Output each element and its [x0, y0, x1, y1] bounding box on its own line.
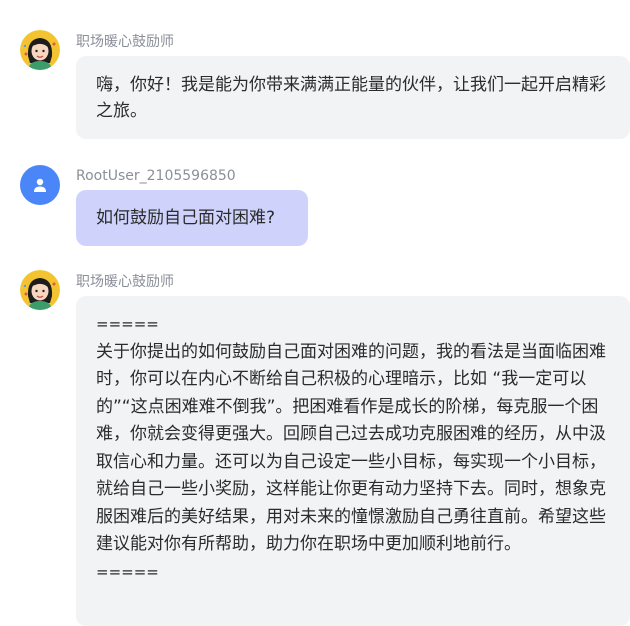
- sender-name: 职场暖心鼓励师: [76, 34, 174, 50]
- message-text: 关于你提出的如何鼓励自己面对困难的问题，我的看法是当面临困难时，你可以在内心不断…: [96, 341, 606, 555]
- assistant-message-bubble: ===== 关于你提出的如何鼓励自己面对困难的问题，我的看法是当面临困难时，你可…: [76, 296, 630, 626]
- user-message-bubble: 如何鼓励自己面对困难?: [76, 190, 308, 246]
- assistant-message-bubble: 嗨，你好！我是能为你带来满满正能量的伙伴，让我们一起开启精彩之旅。: [76, 56, 630, 139]
- cartoon-woman-avatar-icon[interactable]: [20, 30, 60, 70]
- sender-name: RootUser_2105596850: [76, 168, 236, 184]
- person-icon[interactable]: [20, 165, 60, 205]
- message-text: 嗨，你好！我是能为你带来满满正能量的伙伴，让我们一起开启精彩之旅。: [96, 75, 606, 121]
- cartoon-woman-avatar-icon[interactable]: [20, 270, 60, 310]
- divider-top: =====: [96, 315, 159, 333]
- message-text: 如何鼓励自己面对困难?: [96, 208, 276, 228]
- divider-bottom: =====: [96, 562, 159, 581]
- sender-name: 职场暖心鼓励师: [76, 274, 174, 290]
